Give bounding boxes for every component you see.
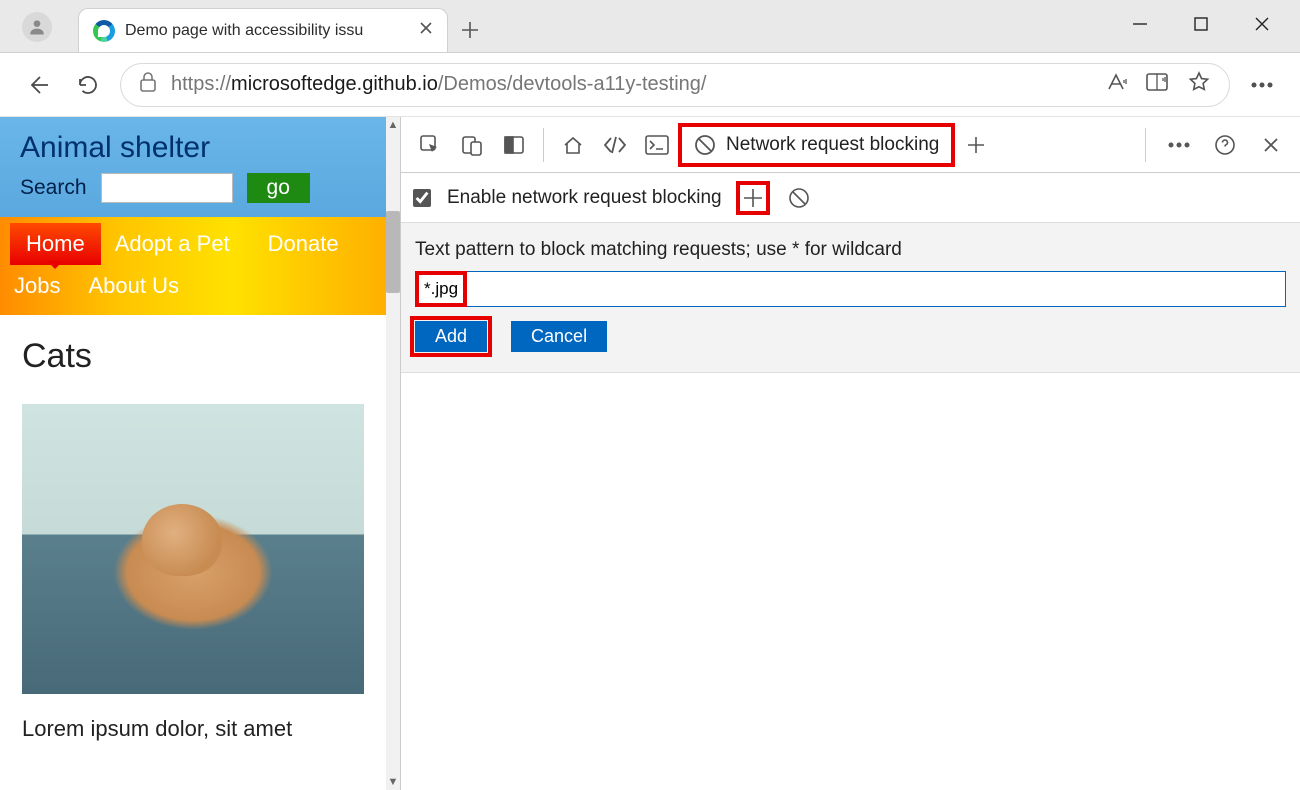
nav-about[interactable]: About Us — [74, 265, 193, 307]
site-title: Animal shelter — [20, 131, 368, 165]
blocking-toolbar: Enable network request blocking — [401, 173, 1300, 223]
site-header: Animal shelter Search go — [0, 117, 386, 217]
browser-tab[interactable]: Demo page with accessibility issu — [78, 8, 448, 52]
more-tabs-button[interactable] — [957, 126, 995, 164]
url-field[interactable]: https://microsoftedge.github.io/Demos/de… — [120, 63, 1230, 107]
back-button[interactable] — [20, 67, 56, 103]
network-blocking-tab-label: Network request blocking — [726, 134, 939, 156]
devtools-close-icon[interactable] — [1252, 126, 1290, 164]
nav-donate[interactable]: Donate — [244, 223, 353, 265]
refresh-button[interactable] — [70, 67, 106, 103]
devtools-tabbar: Network request blocking — [401, 117, 1300, 173]
help-icon[interactable] — [1206, 126, 1244, 164]
scrollbar-down-icon[interactable]: ▼ — [386, 774, 400, 790]
window-maximize-button[interactable] — [1194, 17, 1208, 36]
close-tab-icon[interactable] — [419, 21, 433, 40]
nav-adopt[interactable]: Adopt a Pet — [101, 223, 244, 265]
dock-side-icon[interactable] — [495, 126, 533, 164]
pattern-input[interactable] — [415, 271, 1286, 307]
page-viewport: Animal shelter Search go Home Adopt a Pe… — [0, 117, 400, 790]
new-tab-button[interactable] — [448, 8, 492, 52]
console-tab-icon[interactable] — [638, 126, 676, 164]
blocking-form: Text pattern to block matching requests;… — [401, 223, 1300, 373]
cat-image — [22, 404, 364, 694]
edge-icon — [93, 20, 115, 42]
lock-icon — [139, 72, 157, 98]
add-button[interactable]: Add — [415, 321, 487, 352]
page-heading: Cats — [22, 337, 364, 376]
welcome-tab-icon[interactable] — [554, 126, 592, 164]
search-label: Search — [20, 176, 87, 200]
enable-blocking-checkbox[interactable] — [413, 189, 431, 207]
device-toggle-icon[interactable] — [453, 126, 491, 164]
tab-title: Demo page with accessibility issu — [125, 22, 411, 40]
address-bar: https://microsoftedge.github.io/Demos/de… — [0, 53, 1300, 117]
block-icon — [694, 134, 716, 156]
page-paragraph: Lorem ipsum dolor, sit amet — [22, 716, 364, 742]
read-aloud-icon[interactable] — [1105, 71, 1127, 99]
clear-patterns-button[interactable] — [784, 183, 814, 213]
go-button[interactable]: go — [247, 173, 310, 203]
window-close-button[interactable] — [1254, 16, 1270, 37]
network-blocking-tab[interactable]: Network request blocking — [680, 125, 953, 165]
scrollbar-up-icon[interactable]: ▲ — [386, 117, 400, 133]
enable-blocking-label: Enable network request blocking — [447, 187, 722, 209]
search-input[interactable] — [101, 173, 233, 203]
site-nav: Home Adopt a Pet Donate Jobs About Us — [0, 217, 386, 315]
devtools-panel: Network request blocking Enable netw — [400, 117, 1300, 790]
browser-menu-button[interactable] — [1244, 67, 1280, 103]
add-pattern-button[interactable] — [738, 183, 768, 213]
window-minimize-button[interactable] — [1132, 16, 1148, 37]
devtools-menu-icon[interactable] — [1160, 126, 1198, 164]
elements-tab-icon[interactable] — [596, 126, 634, 164]
window-titlebar: Demo page with accessibility issu — [0, 0, 1300, 53]
pattern-hint: Text pattern to block matching requests;… — [415, 239, 1286, 261]
favorite-icon[interactable] — [1187, 70, 1211, 100]
profile-avatar[interactable] — [22, 12, 52, 42]
reading-list-icon[interactable] — [1145, 71, 1169, 99]
inspect-icon[interactable] — [411, 126, 449, 164]
cancel-button[interactable]: Cancel — [511, 321, 607, 352]
url-text: https://microsoftedge.github.io/Demos/de… — [171, 73, 1091, 96]
nav-home[interactable]: Home — [10, 223, 101, 265]
scrollbar-thumb[interactable] — [386, 211, 400, 293]
